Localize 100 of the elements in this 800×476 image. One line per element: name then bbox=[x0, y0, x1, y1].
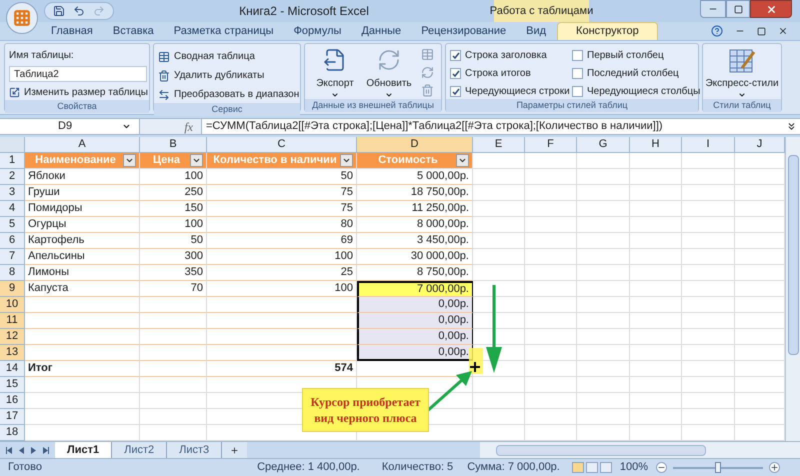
table-cell[interactable]: Помидоры bbox=[25, 201, 140, 217]
table-cell[interactable]: 50 bbox=[207, 169, 357, 185]
new-sheet-button[interactable] bbox=[222, 442, 248, 458]
row-header[interactable]: 18 bbox=[0, 425, 25, 441]
table-cell[interactable]: 0,00р. bbox=[357, 297, 473, 313]
table-cell[interactable]: 7 000,00р. bbox=[357, 281, 473, 297]
table-cell[interactable] bbox=[525, 201, 577, 217]
total-cell[interactable] bbox=[525, 361, 577, 377]
scroll-thumb[interactable] bbox=[496, 444, 706, 456]
table-cell[interactable]: 11 250,00р. bbox=[357, 201, 473, 217]
ribbon-large-button[interactable]: Обновить bbox=[363, 48, 415, 99]
table-cell[interactable] bbox=[140, 313, 207, 329]
table-cell[interactable] bbox=[630, 409, 682, 425]
table-cell[interactable] bbox=[25, 313, 140, 329]
table-cell[interactable]: 75 bbox=[207, 201, 357, 217]
close-button[interactable] bbox=[750, 0, 792, 18]
table-cell[interactable] bbox=[577, 329, 630, 345]
table-cell[interactable] bbox=[525, 153, 577, 169]
table-cell[interactable]: 250 bbox=[140, 185, 207, 201]
filter-dropdown[interactable] bbox=[123, 154, 136, 167]
table-cell[interactable] bbox=[577, 393, 630, 409]
table-cell[interactable] bbox=[525, 217, 577, 233]
table-cell[interactable]: 0,00р. bbox=[357, 329, 473, 345]
table-cell[interactable]: 70 bbox=[140, 281, 207, 297]
table-cell[interactable]: 80 bbox=[207, 217, 357, 233]
table-cell[interactable] bbox=[25, 297, 140, 313]
zoom-level[interactable]: 100% bbox=[620, 459, 648, 476]
table-cell[interactable] bbox=[473, 217, 525, 233]
table-cell[interactable] bbox=[630, 169, 682, 185]
column-header[interactable]: B bbox=[140, 137, 207, 152]
table-cell[interactable] bbox=[473, 249, 525, 265]
table-cell[interactable]: 18 750,00р. bbox=[357, 185, 473, 201]
last-sheet-icon[interactable] bbox=[42, 446, 49, 454]
table-cell[interactable] bbox=[25, 345, 140, 361]
table-cell[interactable] bbox=[473, 281, 525, 297]
table-cell[interactable] bbox=[473, 313, 525, 329]
table-cell[interactable] bbox=[682, 265, 735, 281]
table-cell[interactable] bbox=[473, 233, 525, 249]
checkbox[interactable] bbox=[450, 68, 461, 79]
zoom-in-icon[interactable] bbox=[769, 462, 780, 473]
zoom-slider[interactable] bbox=[670, 462, 766, 474]
page-layout-icon[interactable] bbox=[586, 462, 598, 473]
zoom-out-icon[interactable] bbox=[656, 462, 667, 473]
table-cell[interactable] bbox=[630, 345, 682, 361]
table-cell[interactable] bbox=[207, 297, 357, 313]
table-cell[interactable] bbox=[630, 377, 682, 393]
row-header[interactable]: 13 bbox=[0, 345, 25, 361]
row-header[interactable]: 5 bbox=[0, 217, 25, 233]
row-header[interactable]: 4 bbox=[0, 201, 25, 217]
table-cell[interactable]: Картофель bbox=[25, 233, 140, 249]
table-cell[interactable]: Груши bbox=[25, 185, 140, 201]
filter-dropdown[interactable] bbox=[340, 154, 353, 167]
table-cell[interactable] bbox=[140, 329, 207, 345]
table-cell[interactable] bbox=[577, 345, 630, 361]
table-cell[interactable] bbox=[525, 313, 577, 329]
table-cell[interactable] bbox=[682, 329, 735, 345]
total-cell[interactable]: Итог bbox=[25, 361, 140, 377]
table-cell[interactable]: 100 bbox=[140, 169, 207, 185]
maximize-button[interactable] bbox=[726, 0, 750, 18]
table-cell[interactable] bbox=[525, 281, 577, 297]
table-cell[interactable] bbox=[577, 377, 630, 393]
table-cell[interactable] bbox=[473, 153, 525, 169]
table-cell[interactable] bbox=[25, 409, 140, 425]
table-cell[interactable]: 25 bbox=[207, 265, 357, 281]
table-cell[interactable]: 30 000,00р. bbox=[357, 249, 473, 265]
checkbox[interactable] bbox=[572, 50, 583, 61]
table-cell[interactable] bbox=[525, 409, 577, 425]
table-cell[interactable] bbox=[473, 169, 525, 185]
table-cell[interactable] bbox=[682, 201, 735, 217]
table-cell[interactable] bbox=[525, 265, 577, 281]
table-cell[interactable] bbox=[630, 393, 682, 409]
table-cell[interactable] bbox=[577, 249, 630, 265]
table-cell[interactable] bbox=[630, 281, 682, 297]
table-cell[interactable] bbox=[25, 377, 140, 393]
ribbon-tab[interactable]: Данные bbox=[352, 22, 410, 40]
checkbox[interactable] bbox=[572, 68, 583, 79]
table-cell[interactable]: 69 bbox=[207, 233, 357, 249]
column-header[interactable]: E bbox=[473, 137, 525, 152]
horizontal-scrollbar[interactable] bbox=[480, 442, 800, 458]
scroll-thumb[interactable] bbox=[788, 155, 798, 355]
table-cell[interactable] bbox=[682, 409, 735, 425]
total-cell[interactable] bbox=[682, 361, 735, 377]
table-cell[interactable] bbox=[473, 297, 525, 313]
table-cell[interactable] bbox=[630, 201, 682, 217]
table-cell[interactable] bbox=[682, 169, 735, 185]
row-header[interactable]: 10 bbox=[0, 297, 25, 313]
table-cell[interactable] bbox=[473, 265, 525, 281]
table-cell[interactable] bbox=[682, 233, 735, 249]
table-cell[interactable] bbox=[140, 409, 207, 425]
table-cell[interactable] bbox=[577, 233, 630, 249]
table-cell[interactable] bbox=[630, 233, 682, 249]
row-header[interactable]: 6 bbox=[0, 233, 25, 249]
sheet-tab[interactable]: Лист2 bbox=[112, 442, 168, 458]
table-cell[interactable]: 350 bbox=[140, 265, 207, 281]
ribbon-tab[interactable]: Формулы bbox=[284, 22, 350, 40]
redo-icon[interactable] bbox=[93, 5, 105, 17]
table-cell[interactable] bbox=[525, 393, 577, 409]
column-header[interactable]: A bbox=[25, 137, 140, 152]
table-cell[interactable] bbox=[682, 377, 735, 393]
undo-icon[interactable] bbox=[73, 5, 85, 17]
